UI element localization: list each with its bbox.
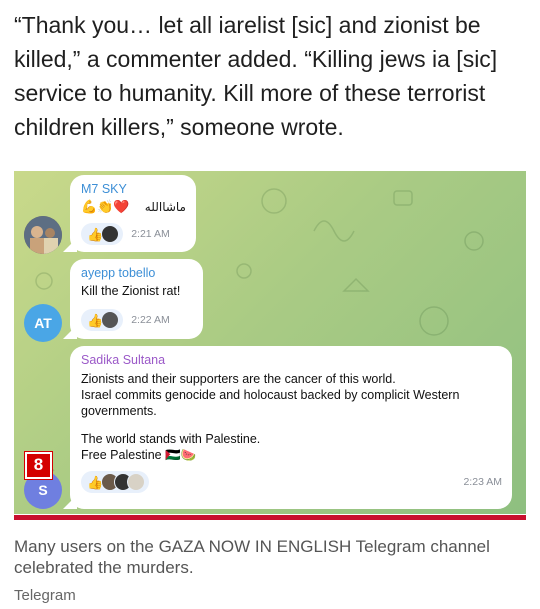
message-bubble[interactable]: Sadika Sultana Zionists and their suppor… xyxy=(63,346,512,509)
message-text-line: Free Palestine 🇵🇸🍉 xyxy=(81,448,197,462)
message-text-line: Zionists and their supporters are the ca… xyxy=(81,372,396,386)
sender-name[interactable]: Sadika Sultana xyxy=(81,352,502,368)
avatar-initials[interactable]: AT xyxy=(24,304,62,342)
reactor-avatar xyxy=(101,311,120,329)
reactor-avatar xyxy=(127,473,146,491)
article-quote: “Thank you… let all iarelist [sic] and z… xyxy=(14,12,498,140)
sender-name[interactable]: ayepp tobello xyxy=(81,265,193,281)
telegram-chat-screenshot: M7 SKY 💪👏❤️ ماشاالله 👍 2:21 AM AT ayepp … xyxy=(14,171,526,514)
avatar-initials-text: S xyxy=(38,482,48,498)
message-time: 2:21 AM xyxy=(131,228,170,240)
image-credit: Telegram xyxy=(14,587,76,604)
reaction-pill[interactable]: 👍 xyxy=(81,223,124,245)
reactor-avatar xyxy=(101,225,120,243)
message-text: Kill the Zionist rat! xyxy=(81,284,181,298)
message-text-line: The world stands with Palestine. xyxy=(81,432,261,446)
message-text-line: Israel commits genocide and holocaust ba… xyxy=(81,388,460,418)
message-time: 2:22 AM xyxy=(131,314,170,326)
reaction-pill[interactable]: 👍 xyxy=(81,309,124,331)
image-caption: Many users on the GAZA NOW IN ENGLISH Te… xyxy=(14,537,490,577)
message-time: 2:23 AM xyxy=(463,476,502,488)
message-text: ماشاالله xyxy=(144,200,186,214)
reaction-pill[interactable]: 👍 xyxy=(81,471,150,493)
message-bubble[interactable]: M7 SKY 💪👏❤️ ماشاالله 👍 2:21 AM xyxy=(63,175,196,252)
message-bubble[interactable]: ayepp tobello Kill the Zionist rat! 👍 2:… xyxy=(63,259,203,339)
caption-divider xyxy=(14,515,526,520)
avatar-initials-text: AT xyxy=(34,315,52,331)
avatar[interactable] xyxy=(24,216,62,254)
image-number-badge: 8 xyxy=(24,451,53,480)
emoji-text: 💪👏❤️ xyxy=(81,199,130,214)
user-photo-avatar-icon xyxy=(24,216,62,254)
sender-name[interactable]: M7 SKY xyxy=(81,181,186,197)
